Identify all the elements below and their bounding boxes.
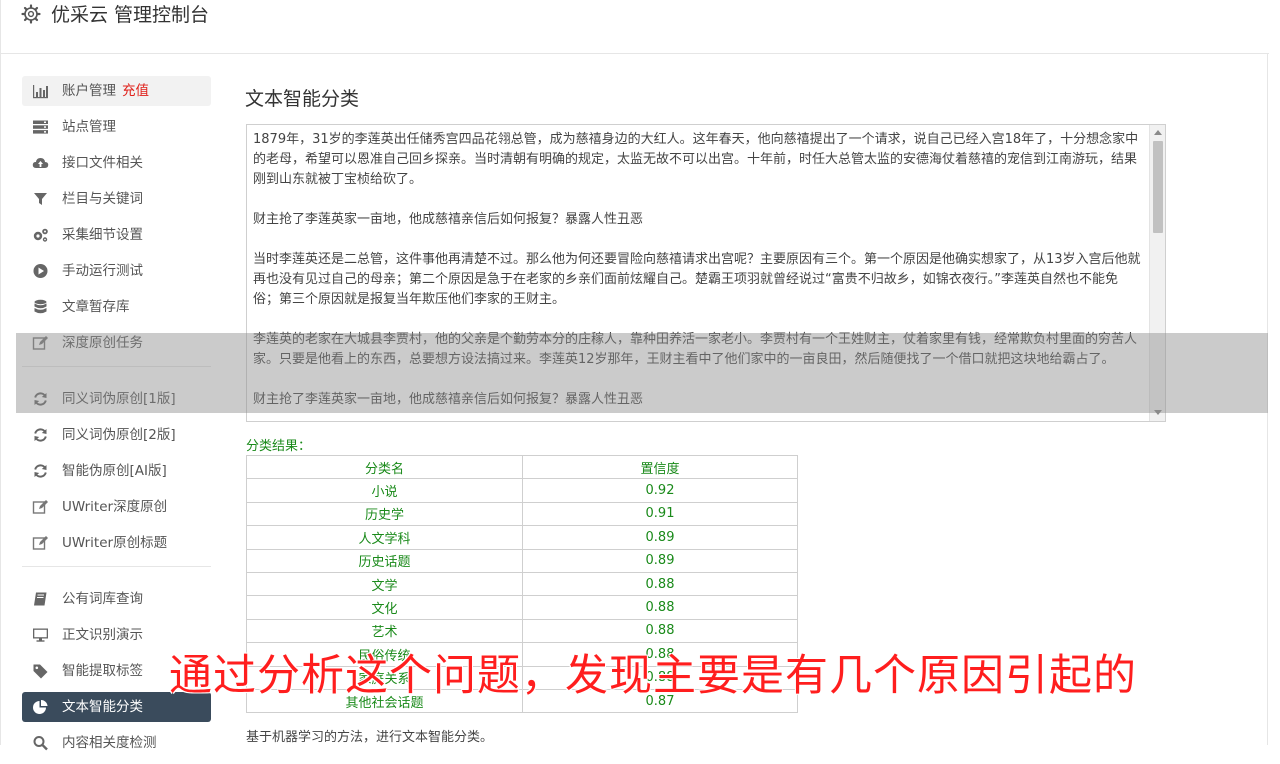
sidebar-item-label: UWriter原创标题: [62, 535, 168, 551]
sidebar-item-ai-rewrite[interactable]: 智能伪原创[AI版]: [22, 456, 211, 486]
sidebar-item-article-storage[interactable]: 文章暂存库: [22, 292, 211, 322]
console-frame: 优采云 管理控制台 账户管理 充值 站点管理 接口文件相关 栏目与关键词 采集细…: [0, 0, 1269, 751]
table-row: 历史学 0.91: [246, 501, 798, 527]
cogs-icon: [33, 228, 48, 242]
database-icon: [34, 299, 47, 314]
sidebar-item-text-recognition[interactable]: 正文识别演示: [22, 620, 211, 650]
sidebar-item-label: 文章暂存库: [62, 299, 130, 315]
table-row: 文化 0.88: [246, 595, 798, 620]
edit-icon: [32, 500, 48, 514]
category-cell: 小说: [246, 478, 523, 503]
tag-icon: [33, 664, 48, 679]
sidebar-item-collect-settings[interactable]: 采集细节设置: [22, 220, 211, 250]
sidebar-item-label: UWriter深度原创: [62, 499, 168, 515]
sidebar-item-relevance-check[interactable]: 内容相关度检测: [22, 728, 211, 758]
table-header-row: 分类名 置信度: [246, 454, 798, 480]
sidebar-item-columns-keywords[interactable]: 栏目与关键词: [22, 184, 211, 214]
sidebar-divider: [22, 566, 211, 567]
sidebar-item-uwriter-deep[interactable]: UWriter深度原创: [22, 492, 211, 522]
sidebar-item-label: 同义词伪原创[2版]: [62, 427, 176, 443]
category-cell: 人文学科: [246, 525, 523, 550]
sidebar-item-sites[interactable]: 站点管理: [22, 112, 211, 142]
refresh-icon: [34, 428, 47, 442]
sidebar-item-label: 智能伪原创[AI版]: [62, 463, 167, 479]
scroll-thumb[interactable]: [1153, 141, 1163, 233]
article-paragraph: 当时李莲英还是二总管，这件事他再清楚不过。那么他为何还要冒险向慈禧请求出宫呢？主…: [253, 252, 1141, 307]
bar-chart-icon: [33, 85, 48, 99]
sidebar-item-label: 接口文件相关: [62, 155, 143, 171]
cloud-upload-icon: [32, 158, 49, 168]
category-cell: 文化: [246, 595, 523, 620]
confidence-cell: 0.88: [522, 618, 798, 644]
table-row: 文学 0.88: [246, 571, 798, 597]
table-row: 艺术 0.88: [246, 618, 798, 644]
category-cell: 文学: [246, 571, 523, 597]
search-icon: [33, 736, 48, 751]
video-subtitle-overlay: 通过分析这个问题，发现主要是有几个原因引起的: [169, 651, 1137, 701]
confidence-cell: 0.91: [522, 501, 798, 527]
confidence-cell: 0.92: [522, 478, 798, 503]
confidence-cell: 0.88: [522, 595, 798, 620]
play-circle-icon: [33, 264, 48, 278]
filter-icon: [34, 193, 47, 205]
table-row: 历史话题 0.89: [246, 548, 798, 573]
category-cell: 历史学: [246, 501, 523, 527]
confidence-cell: 0.89: [522, 548, 798, 573]
confidence-cell: 0.88: [522, 571, 798, 597]
sidebar-item-uwriter-title[interactable]: UWriter原创标题: [22, 528, 211, 558]
description-note: 基于机器学习的方法，进行文本智能分类。: [246, 730, 494, 745]
scroll-up-icon[interactable]: [1154, 130, 1162, 135]
article-paragraph: 财主抢了李莲英家一亩地，他成慈禧亲信后如何报复？暴露人性丑恶: [253, 212, 644, 227]
gray-overlay-band: [16, 333, 1268, 413]
sidebar-item-synonym-v2[interactable]: 同义词伪原创[2版]: [22, 420, 211, 450]
sidebar-item-interface-files[interactable]: 接口文件相关: [22, 148, 211, 178]
sidebar-item-label: 采集细节设置: [62, 227, 143, 243]
page-title: 文本智能分类: [245, 88, 360, 110]
sidebar-item-label: 公有词库查询: [62, 591, 143, 607]
app-title: 优采云 管理控制台: [51, 4, 210, 26]
article-paragraph: 1879年，31岁的李莲英出任储秀宫四品花翎总管，成为慈禧身边的大红人。这年春天…: [253, 132, 1139, 187]
refresh-icon: [34, 464, 47, 478]
desktop-icon: [33, 628, 48, 642]
sidebar-item-label: 栏目与关键词: [62, 191, 143, 207]
top-header: 优采云 管理控制台: [1, 0, 1269, 54]
recharge-link[interactable]: 充值: [122, 83, 149, 99]
sidebar-item-label: 智能提取标签: [62, 663, 143, 679]
column-header-confidence: 置信度: [522, 454, 798, 480]
sidebar-item-label: 账户管理: [62, 83, 116, 99]
sidebar-item-label: 站点管理: [62, 119, 116, 135]
result-label: 分类结果：: [246, 439, 312, 454]
sidebar-item-label: 手动运行测试: [62, 263, 143, 279]
edit-icon: [32, 536, 48, 550]
sidebar-item-account[interactable]: 账户管理 充值: [22, 76, 211, 106]
sidebar-item-label: 正文识别演示: [62, 627, 143, 643]
sidebar-item-label: 内容相关度检测: [62, 735, 157, 751]
category-cell: 艺术: [246, 618, 523, 644]
confidence-cell: 0.89: [522, 525, 798, 550]
table-row: 人文学科 0.89: [246, 525, 798, 550]
server-icon: [33, 120, 48, 134]
sidebar-item-label: 文本智能分类: [62, 699, 143, 715]
category-cell: 历史话题: [246, 548, 523, 573]
table-row: 小说 0.92: [246, 478, 798, 503]
sidebar-item-public-lexicon[interactable]: 公有词库查询: [22, 584, 211, 614]
sidebar-item-manual-run[interactable]: 手动运行测试: [22, 256, 211, 286]
gear-icon: [21, 4, 41, 24]
book-icon: [34, 592, 47, 606]
pie-chart-icon: [33, 700, 48, 714]
column-header-category: 分类名: [246, 454, 523, 480]
